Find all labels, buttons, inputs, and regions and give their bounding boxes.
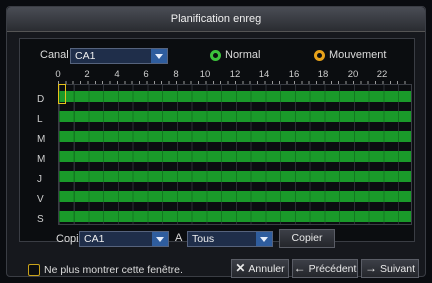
arrow-right-icon: → [364, 261, 377, 275]
schedule-dialog: Planification enreg Canal CA1 Normal Mou… [6, 6, 426, 278]
motion-mode-label[interactable]: Mouvement [329, 49, 386, 61]
day-label: M [37, 154, 46, 165]
schedule-row-sunday[interactable] [59, 91, 411, 102]
hour-label: 18 [317, 69, 329, 80]
hour-label: 2 [84, 69, 90, 80]
hour-label: 22 [376, 69, 388, 80]
dont-show-checkbox[interactable] [28, 264, 40, 276]
cancel-label: Annuler [248, 263, 285, 275]
copy-target-select[interactable]: Tous [187, 231, 273, 247]
hour-label: 8 [173, 69, 179, 80]
previous-button[interactable]: ← Précédent [292, 259, 358, 278]
day-label: V [37, 194, 44, 205]
hour-label: 20 [347, 69, 359, 80]
chevron-down-icon [151, 49, 167, 63]
schedule-row-wednesday[interactable] [59, 151, 411, 162]
chevron-down-icon [152, 232, 168, 246]
dont-show-label[interactable]: Ne plus montrer cette fenêtre. [44, 264, 183, 276]
hour-label: 0 [55, 69, 61, 80]
cell-selection-cursor [58, 84, 66, 104]
hour-label: 4 [114, 69, 120, 80]
hour-label: 6 [143, 69, 149, 80]
hour-label: 10 [199, 69, 211, 80]
normal-radio-icon[interactable] [210, 50, 221, 61]
hour-label: 16 [288, 69, 300, 80]
close-icon: ✕ [235, 261, 246, 275]
chevron-down-icon [256, 232, 272, 246]
copy-source-value: CA1 [84, 233, 105, 245]
hour-label: 12 [229, 69, 241, 80]
day-label: L [37, 114, 43, 125]
normal-mode-label[interactable]: Normal [225, 49, 260, 61]
next-button[interactable]: → Suivant [361, 259, 419, 278]
previous-label: Précédent [308, 263, 357, 275]
copy-target-value: Tous [192, 233, 215, 245]
schedule-grid[interactable] [58, 84, 412, 225]
hour-label: 14 [258, 69, 270, 80]
day-label: D [37, 94, 45, 105]
next-label: Suivant [379, 263, 416, 275]
schedule-row-monday[interactable] [59, 111, 411, 122]
day-label: M [37, 134, 46, 145]
schedule-row-thursday[interactable] [59, 171, 411, 182]
schedule-row-tuesday[interactable] [59, 131, 411, 142]
arrow-left-icon: ← [293, 261, 306, 275]
copy-button[interactable]: Copier [279, 229, 335, 248]
motion-radio-icon[interactable] [314, 50, 325, 61]
dialog-title: Planification enreg [7, 7, 425, 32]
day-label: J [37, 174, 42, 185]
day-label: S [37, 214, 44, 225]
schedule-panel: Canal CA1 Normal Mouvement 0 2 4 6 8 10 … [19, 38, 415, 245]
schedule-row-friday[interactable] [59, 191, 411, 202]
cancel-button[interactable]: ✕ Annuler [231, 259, 289, 278]
channel-select[interactable]: CA1 [70, 48, 168, 64]
schedule-row-saturday[interactable] [59, 211, 411, 222]
copy-source-select[interactable]: CA1 [79, 231, 169, 247]
copy-to-label: A [175, 232, 183, 244]
channel-select-value: CA1 [75, 50, 96, 62]
channel-label: Canal [40, 49, 69, 61]
